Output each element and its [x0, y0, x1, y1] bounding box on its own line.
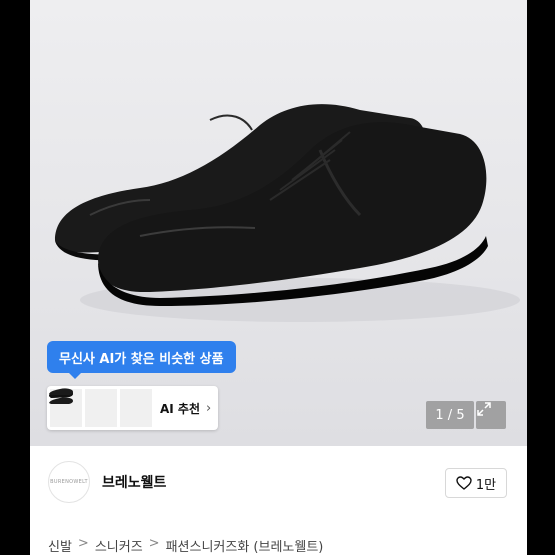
breadcrumb-item-shoes[interactable]: 신발 — [48, 536, 72, 555]
expand-icon — [477, 402, 491, 416]
ai-recommend-label: AI 추천 — [160, 401, 201, 416]
brand-name[interactable]: 브레노웰트 — [102, 472, 166, 492]
like-button[interactable]: 1만 — [445, 468, 507, 498]
brand-logo-text: BURENOWELT — [50, 479, 88, 485]
ai-thumb-3[interactable] — [49, 388, 152, 427]
breadcrumb: 신발 > 스니커즈 > 패션스니커즈화 (브레노웰트) — [48, 536, 323, 555]
brand-logo[interactable]: BURENOWELT — [48, 461, 90, 503]
breadcrumb-separator: > — [148, 536, 160, 551]
heart-icon — [456, 476, 472, 490]
breadcrumb-item-fashion-sneakers[interactable]: 패션스니커즈화 (브레노웰트) — [166, 536, 324, 555]
chevron-right-icon: › — [206, 400, 212, 416]
breadcrumb-item-sneakers[interactable]: 스니커즈 — [95, 536, 143, 555]
product-page: 무신사 AI가 찾은 비슷한 상품 AI 추천 › 1 / 5 BURENOWE… — [30, 0, 527, 555]
shoe-thumb-icon — [49, 388, 73, 404]
like-count: 1만 — [475, 477, 497, 493]
shoe-illustration — [55, 104, 520, 322]
ai-thumb-2[interactable] — [49, 389, 117, 427]
image-counter-text: 1 / 5 — [435, 407, 465, 423]
ai-recommend-card[interactable]: AI 추천 › — [47, 386, 218, 430]
expand-button[interactable] — [476, 401, 506, 429]
ai-banner-text: 무신사 AI가 찾은 비슷한 상품 — [59, 351, 224, 367]
breadcrumb-separator: > — [77, 536, 89, 551]
brand-row: BURENOWELT 브레노웰트 1만 — [30, 446, 527, 518]
ai-similar-products-banner[interactable]: 무신사 AI가 찾은 비슷한 상품 — [47, 341, 236, 379]
image-counter: 1 / 5 — [426, 401, 474, 429]
product-image[interactable]: 무신사 AI가 찾은 비슷한 상품 AI 추천 › 1 / 5 — [30, 0, 527, 446]
